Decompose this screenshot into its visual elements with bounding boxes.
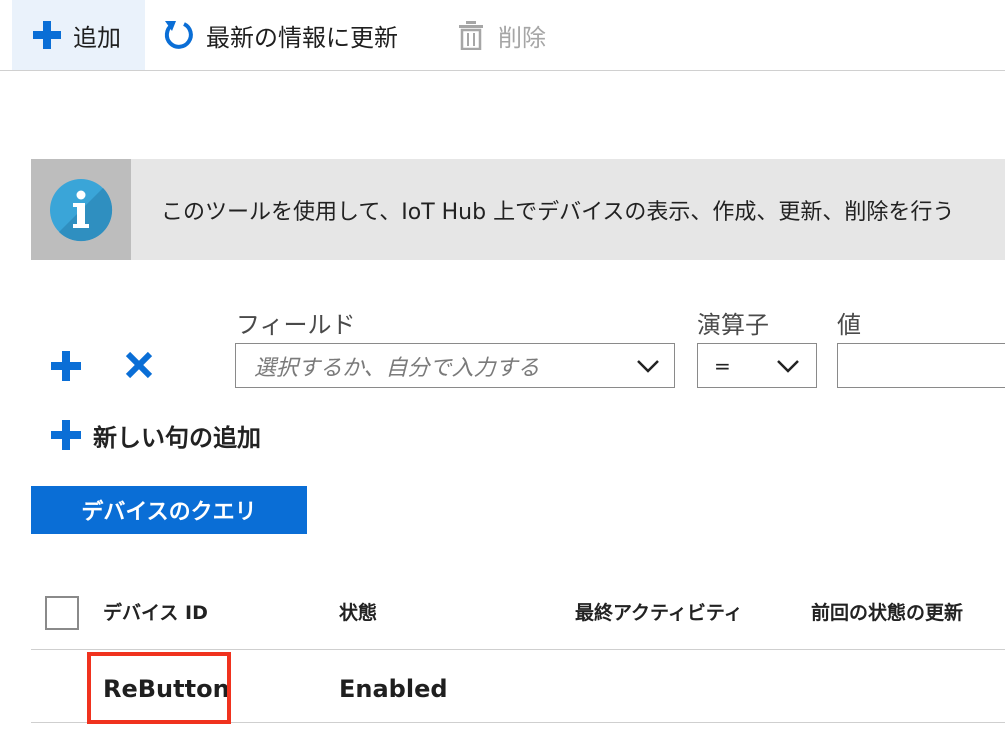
close-icon[interactable] <box>124 350 154 380</box>
chevron-down-icon <box>777 360 799 373</box>
add-clause-label: 新しい句の追加 <box>93 423 261 452</box>
refresh-button[interactable]: 最新の情報に更新 <box>162 0 398 70</box>
command-bar: 追加 最新の情報に更新 削除 <box>0 0 1005 71</box>
column-header-device-id[interactable]: デバイス ID <box>103 596 208 626</box>
info-icon-container <box>31 159 131 260</box>
value-label: 値 <box>837 311 861 339</box>
query-devices-button[interactable]: デバイスのクエリ <box>31 486 307 534</box>
add-button[interactable]: 追加 <box>12 0 145 70</box>
column-header-last-status-update[interactable]: 前回の状態の更新 <box>811 596 963 626</box>
field-select-placeholder: 選択するか、自分で入力する <box>254 355 540 381</box>
info-banner: このツールを使用して、IoT Hub 上でデバイスの表示、作成、更新、削除を行う <box>31 159 1005 260</box>
plus-icon <box>33 21 61 49</box>
status-cell: Enabled <box>339 675 448 703</box>
plus-icon <box>51 420 81 450</box>
field-select[interactable]: 選択するか、自分で入力する <box>235 343 675 388</box>
field-label: フィールド <box>236 311 356 339</box>
refresh-button-label: 最新の情報に更新 <box>206 23 398 52</box>
highlight-annotation <box>87 652 231 724</box>
add-button-label: 追加 <box>73 23 121 52</box>
value-input[interactable] <box>837 343 1005 388</box>
add-row-icon[interactable] <box>49 349 83 383</box>
trash-icon <box>459 21 483 50</box>
delete-button[interactable]: 削除 <box>458 0 546 70</box>
operator-select[interactable]: = <box>697 343 817 388</box>
operator-select-value: = <box>714 353 731 378</box>
add-clause-button[interactable]: 新しい句の追加 <box>49 415 261 455</box>
operator-label: 演算子 <box>697 311 769 339</box>
delete-button-label: 削除 <box>498 23 546 52</box>
info-banner-text: このツールを使用して、IoT Hub 上でデバイスの表示、作成、更新、削除を行う <box>161 199 955 225</box>
column-header-status[interactable]: 状態 <box>339 596 377 626</box>
refresh-icon <box>164 21 193 49</box>
column-header-last-activity[interactable]: 最終アクティビティ <box>575 596 743 626</box>
select-all-checkbox[interactable] <box>45 596 79 630</box>
chevron-down-icon <box>637 360 659 373</box>
info-icon <box>50 178 113 241</box>
